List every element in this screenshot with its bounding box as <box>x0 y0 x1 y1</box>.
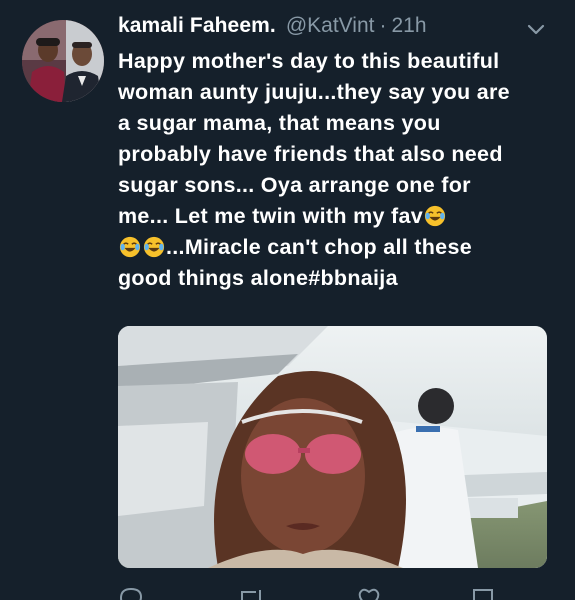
tears-of-joy-emoji-icon <box>143 236 165 258</box>
share-icon <box>473 589 493 600</box>
tears-of-joy-emoji-icon <box>424 205 446 227</box>
tweet-text: Happy mother's day to this beautiful wom… <box>118 46 548 294</box>
reply-button[interactable] <box>118 586 144 600</box>
like-button[interactable] <box>356 586 382 600</box>
tweet-line: a sugar mama, that means you <box>118 111 441 135</box>
timestamp[interactable]: 21h <box>391 14 426 38</box>
selfie-photo-image <box>118 326 547 568</box>
tweet-line-text: ...Miracle can't chop all these <box>166 235 472 259</box>
avatar[interactable] <box>22 20 104 102</box>
tweet-line: good things alone#bbnaija <box>118 266 398 290</box>
tweet-line: sugar sons... Oya arrange one for <box>118 173 471 197</box>
tweet-line: Happy mother's day to this beautiful <box>118 49 500 73</box>
retweet-button[interactable] <box>236 586 266 600</box>
tweet-line-text: me... Let me twin with my fav <box>118 204 423 228</box>
share-button[interactable] <box>470 586 496 600</box>
tweet-header: kamali Faheem. @KatVint · 21h <box>118 14 427 48</box>
tweet-line: ...Miracle can't chop all these <box>118 232 548 263</box>
avatar-photo <box>22 20 104 102</box>
tweet-line: probably have friends that also need <box>118 142 503 166</box>
retweet-icon <box>241 590 261 600</box>
tweet-line: woman aunty juuju...they say you are <box>118 80 510 104</box>
tweet-actions <box>118 586 548 600</box>
chevron-down-icon[interactable] <box>524 20 548 40</box>
display-name[interactable]: kamali Faheem. <box>118 14 276 38</box>
tweet-line: me... Let me twin with my fav <box>118 201 548 232</box>
tweet-media-photo[interactable] <box>118 326 547 568</box>
heart-icon <box>358 588 380 600</box>
reply-icon <box>119 587 143 600</box>
tears-of-joy-emoji-icon <box>119 236 141 258</box>
tweet-card[interactable]: kamali Faheem. @KatVint · 21h Happy moth… <box>0 0 575 600</box>
user-handle[interactable]: @KatVint <box>286 14 375 38</box>
separator-dot: · <box>379 14 387 37</box>
